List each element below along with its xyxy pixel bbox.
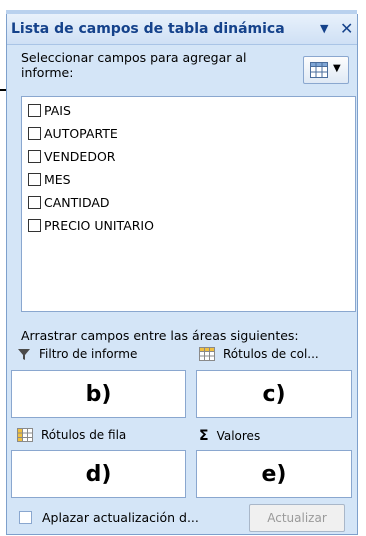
report-filter-drop-area[interactable]: b)	[11, 370, 186, 418]
field-selection-prompt: Seleccionar campos para agregar al infor…	[21, 50, 247, 80]
field-item-cantidad[interactable]: CANTIDAD	[28, 191, 110, 213]
layout-options-button[interactable]: ▼	[303, 56, 349, 84]
field-item-precio-unitario[interactable]: PRECIO UNITARIO	[28, 214, 154, 236]
field-checkbox[interactable]	[28, 103, 41, 117]
values-label: Σ Valores	[199, 428, 260, 444]
chevron-down-icon: ▼	[333, 63, 341, 74]
report-filter-label: Filtro de informe	[17, 347, 137, 361]
panel-title-bar: Lista de campos de tabla dinámica ▼ ✕	[7, 14, 357, 45]
field-item-mes[interactable]: MES	[28, 168, 71, 190]
defer-update-option[interactable]: Aplazar actualización d...	[19, 510, 199, 525]
row-grid-icon	[17, 428, 33, 442]
field-item-pais[interactable]: PAIS	[28, 99, 71, 121]
filter-icon	[18, 349, 30, 360]
field-label: PRECIO UNITARIO	[44, 217, 154, 233]
sigma-icon: Σ	[199, 428, 209, 444]
areas-instruction: Arrastrar campos entre las áreas siguien…	[21, 328, 299, 343]
panel-title: Lista de campos de tabla dinámica	[11, 21, 285, 37]
field-item-autoparte[interactable]: AUTOPARTE	[28, 122, 118, 144]
row-labels-text: Rótulos de fila	[41, 428, 127, 442]
field-label: AUTOPARTE	[44, 125, 118, 141]
field-list: PAIS AUTOPARTE VENDEDOR MES CANTIDAD PRE…	[21, 96, 356, 312]
column-grid-icon	[199, 347, 215, 361]
field-checkbox[interactable]	[28, 126, 41, 140]
report-filter-text: Filtro de informe	[39, 347, 138, 361]
panel-menu-dropdown-icon[interactable]: ▼	[320, 22, 328, 35]
field-checkbox[interactable]	[28, 172, 41, 186]
field-label: CANTIDAD	[44, 194, 110, 210]
update-button[interactable]: Actualizar	[249, 504, 345, 532]
column-labels-drop-area[interactable]: c)	[196, 370, 352, 418]
field-label: VENDEDOR	[44, 148, 116, 164]
pivot-field-list-panel: Lista de campos de tabla dinámica ▼ ✕ Se…	[6, 14, 358, 535]
row-labels-label: Rótulos de fila	[17, 428, 126, 442]
area-marker-b: b)	[85, 381, 112, 407]
column-labels-label: Rótulos de col...	[199, 347, 319, 361]
field-label: MES	[44, 171, 71, 187]
field-label: PAIS	[44, 102, 71, 118]
values-drop-area[interactable]: e)	[196, 450, 352, 498]
row-labels-drop-area[interactable]: d)	[11, 450, 186, 498]
column-labels-text: Rótulos de col...	[223, 347, 319, 361]
defer-update-checkbox[interactable]	[19, 511, 32, 524]
area-marker-c: c)	[262, 381, 286, 407]
defer-update-label: Aplazar actualización d...	[42, 510, 199, 525]
layout-grid-icon	[310, 62, 328, 78]
values-text: Valores	[216, 429, 261, 443]
close-icon[interactable]: ✕	[340, 19, 353, 38]
field-checkbox[interactable]	[28, 195, 41, 209]
field-checkbox[interactable]	[28, 149, 41, 163]
area-marker-d: d)	[85, 461, 112, 487]
area-marker-e: e)	[261, 461, 287, 487]
field-checkbox[interactable]	[28, 218, 41, 232]
field-item-vendedor[interactable]: VENDEDOR	[28, 145, 115, 167]
